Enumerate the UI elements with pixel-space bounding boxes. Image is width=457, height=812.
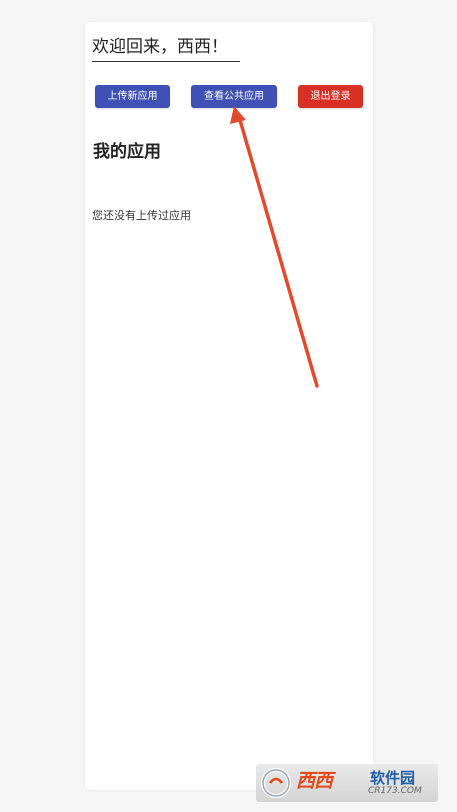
- app-card: 欢迎回来，西西！ 上传新应用 查看公共应用 退出登录 我的应用 您还没有上传过应…: [85, 22, 373, 790]
- view-public-apps-button[interactable]: 查看公共应用: [191, 85, 277, 108]
- logout-button[interactable]: 退出登录: [298, 85, 363, 108]
- watermark-tagline: 软件园: [370, 769, 416, 787]
- empty-state-message: 您还没有上传过应用: [92, 209, 191, 222]
- watermark-logo-icon: [261, 768, 291, 798]
- my-apps-title: 我的应用: [93, 142, 161, 162]
- watermark-name: 西西: [296, 770, 333, 792]
- watermark-url: CR173.COM: [368, 786, 422, 796]
- welcome-heading: 欢迎回来，西西！: [92, 32, 240, 62]
- watermark: 西西 软件园 CR173.COM: [256, 764, 438, 802]
- upload-app-button[interactable]: 上传新应用: [95, 85, 170, 108]
